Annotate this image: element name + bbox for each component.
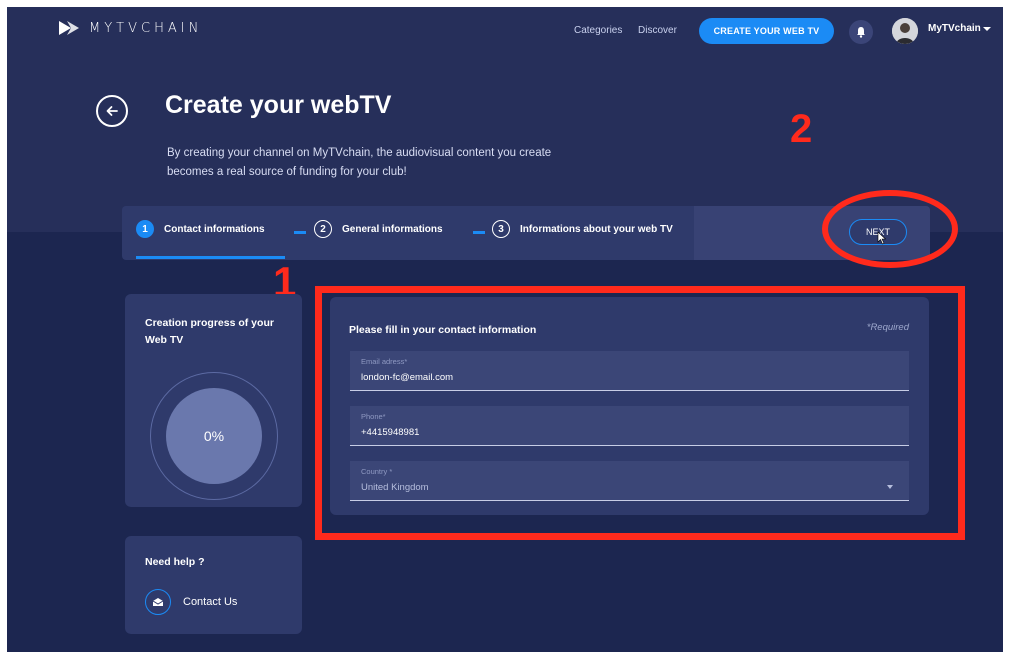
- nav-link-categories[interactable]: Categories: [574, 25, 622, 36]
- app-window: MYTVCHAIN Categories Discover CREATE YOU…: [7, 7, 1003, 652]
- bell-icon: [857, 27, 865, 38]
- contact-us-label: Contact Us: [183, 596, 238, 608]
- avatar[interactable]: [892, 18, 918, 44]
- step-contact-informations[interactable]: 1 Contact informations: [136, 220, 265, 238]
- help-title: Need help ?: [145, 556, 205, 568]
- step-general-informations[interactable]: 2 General informations: [314, 220, 443, 238]
- annotation-marker-2: 2: [790, 107, 813, 151]
- logo-icon: [59, 21, 79, 35]
- step-number: 1: [136, 220, 154, 238]
- page-title: Create your webTV: [165, 91, 392, 119]
- progress-card: Creation progress of your Web TV 0%: [125, 294, 302, 507]
- step-number: 3: [492, 220, 510, 238]
- top-navigation: MYTVCHAIN Categories Discover CREATE YOU…: [7, 7, 1003, 55]
- arrow-left-icon: [106, 106, 118, 116]
- step-number: 2: [314, 220, 332, 238]
- user-avatar-icon: [892, 18, 918, 44]
- back-button[interactable]: [96, 95, 128, 127]
- chevron-down-icon[interactable]: [983, 27, 991, 31]
- help-card: Need help ? Contact Us: [125, 536, 302, 634]
- step-label: General informations: [342, 223, 443, 235]
- nav-link-discover[interactable]: Discover: [638, 25, 677, 36]
- progress-ring: 0%: [150, 372, 278, 500]
- step-connector: [294, 231, 306, 234]
- brand-name: MYTVCHAIN: [89, 20, 203, 36]
- step-connector: [473, 231, 485, 234]
- brand-logo[interactable]: MYTVCHAIN: [57, 19, 202, 37]
- step-web-tv-informations[interactable]: 3 Informations about your web TV: [492, 220, 673, 238]
- step-label: Informations about your web TV: [520, 223, 673, 235]
- create-web-tv-button[interactable]: CREATE YOUR WEB TV: [699, 18, 834, 44]
- progress-title: Creation progress of your Web TV: [145, 317, 274, 346]
- step-label: Contact informations: [164, 223, 265, 235]
- annotation-rectangle: [315, 286, 965, 540]
- page-description: By creating your channel on MyTVchain, t…: [167, 147, 552, 178]
- progress-percent: 0%: [166, 388, 262, 484]
- annotation-ellipse: [822, 190, 958, 268]
- mail-icon: [145, 589, 171, 615]
- active-step-indicator: [136, 256, 285, 259]
- contact-us-link[interactable]: Contact Us: [145, 589, 237, 615]
- user-menu[interactable]: MyTVchain: [928, 23, 981, 34]
- notifications-button[interactable]: [849, 20, 873, 44]
